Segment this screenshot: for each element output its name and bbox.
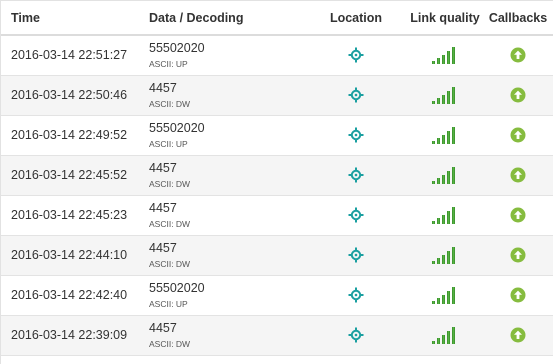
link-quality-cell <box>407 75 483 115</box>
location-cell <box>305 75 407 115</box>
table-row: 2016-03-14 22:49:52 55502020 ASCII: UP <box>1 115 553 155</box>
message-decoding: ASCII: DW <box>149 178 191 189</box>
table-row: 2016-03-14 22:44:10 4457 ASCII: DW <box>1 235 553 275</box>
location-cell <box>305 275 407 315</box>
callbacks-cell <box>483 155 553 195</box>
arrow-up-circle-icon[interactable] <box>510 47 526 63</box>
message-decoding: ASCII: UP <box>149 58 188 69</box>
message-payload: 4457 <box>149 80 177 95</box>
message-payload: 55502020 <box>149 280 205 295</box>
link-quality-cell <box>407 35 483 75</box>
arrow-up-circle-icon[interactable] <box>510 167 526 183</box>
arrow-up-circle-icon[interactable] <box>510 127 526 143</box>
location-cell <box>305 35 407 75</box>
message-time: 2016-03-14 22:51:27 <box>11 48 128 63</box>
arrow-up-circle-icon[interactable] <box>510 327 526 343</box>
signal-bars-icon <box>431 285 459 305</box>
message-payload: 55502020 <box>149 120 205 135</box>
table-header-row: Time Data / Decoding Location Link quali… <box>1 1 553 36</box>
table-row: 2016-03-14 22:45:23 4457 ASCII: DW <box>1 195 553 235</box>
header-link-quality: Link quality <box>407 1 483 36</box>
message-data-cell: 4457 ASCII: DW <box>145 315 305 355</box>
signal-bars-icon <box>431 205 459 225</box>
arrow-up-circle-icon[interactable] <box>510 207 526 223</box>
crosshair-icon[interactable] <box>348 127 364 143</box>
crosshair-icon[interactable] <box>348 247 364 263</box>
signal-bars-icon <box>431 45 459 65</box>
message-decoding: ASCII: UP <box>149 298 188 309</box>
message-data-cell: 4457 ASCII: DW <box>145 195 305 235</box>
message-payload: 55502020 <box>149 40 205 55</box>
link-quality-cell <box>407 315 483 355</box>
message-data-cell: 4457 ASCII: DW <box>145 75 305 115</box>
crosshair-icon[interactable] <box>348 47 364 63</box>
signal-bars-icon <box>431 245 459 265</box>
message-data-cell: 4457 ASCII: DW <box>145 155 305 195</box>
message-decoding: ASCII: DW <box>149 258 191 269</box>
location-cell <box>305 115 407 155</box>
message-payload: 4457 <box>149 320 177 335</box>
message-time: 2016-03-14 22:44:10 <box>11 248 128 262</box>
table-row: 2016-03-14 22:45:52 4457 ASCII: DW <box>1 155 553 195</box>
message-decoding: ASCII: DW <box>149 338 191 349</box>
location-cell <box>305 315 407 355</box>
message-data-cell: 55502020 ASCII: UP <box>145 275 305 315</box>
callbacks-cell <box>483 235 553 275</box>
message-payload: 4457 <box>149 200 177 215</box>
crosshair-icon[interactable] <box>348 87 364 103</box>
location-cell <box>305 235 407 275</box>
header-location: Location <box>305 1 407 36</box>
signal-bars-icon <box>431 125 459 145</box>
callbacks-cell <box>483 315 553 355</box>
message-time: 2016-03-14 22:50:46 <box>11 88 128 102</box>
callbacks-cell <box>483 75 553 115</box>
crosshair-icon[interactable] <box>348 287 364 303</box>
link-quality-cell <box>407 115 483 155</box>
message-time: 2016-03-14 22:42:40 <box>11 288 128 302</box>
message-data-cell: 55502020 ASCII: UP <box>145 115 305 155</box>
message-time: 2016-03-14 22:39:09 <box>11 328 128 342</box>
arrow-up-circle-icon[interactable] <box>510 247 526 263</box>
message-decoding: ASCII: DW <box>149 218 191 229</box>
header-time: Time <box>1 1 145 36</box>
location-cell <box>305 155 407 195</box>
callbacks-cell <box>483 275 553 315</box>
table-row: 2016-03-14 22:42:40 55502020 ASCII: UP <box>1 275 553 315</box>
message-time: 2016-03-14 22:45:52 <box>11 168 128 182</box>
callbacks-cell <box>483 195 553 235</box>
message-data-cell: 55502020 ASCII: UP <box>145 35 305 75</box>
message-time: 2016-03-14 22:49:52 <box>11 128 128 142</box>
arrow-up-circle-icon[interactable] <box>510 87 526 103</box>
link-quality-cell <box>407 235 483 275</box>
link-quality-cell <box>407 275 483 315</box>
crosshair-icon[interactable] <box>348 327 364 343</box>
signal-bars-icon <box>431 325 459 345</box>
table-body: 2016-03-14 22:51:27 55502020 ASCII: UP 2… <box>1 35 553 355</box>
table-row: 2016-03-14 22:39:09 4457 ASCII: DW <box>1 315 553 355</box>
crosshair-icon[interactable] <box>348 167 364 183</box>
message-decoding: ASCII: DW <box>149 98 191 109</box>
message-decoding: ASCII: UP <box>149 138 188 149</box>
messages-table: Time Data / Decoding Location Link quali… <box>1 1 553 356</box>
signal-bars-icon <box>431 85 459 105</box>
crosshair-icon[interactable] <box>348 207 364 223</box>
table-row: 2016-03-14 22:50:46 4457 ASCII: DW <box>1 75 553 115</box>
arrow-up-circle-icon[interactable] <box>510 287 526 303</box>
callbacks-cell <box>483 35 553 75</box>
message-data-cell: 4457 ASCII: DW <box>145 235 305 275</box>
header-callbacks: Callbacks <box>483 1 553 36</box>
callbacks-cell <box>483 115 553 155</box>
message-payload: 4457 <box>149 240 177 255</box>
header-data-decoding: Data / Decoding <box>145 1 305 36</box>
link-quality-cell <box>407 195 483 235</box>
signal-bars-icon <box>431 165 459 185</box>
location-cell <box>305 195 407 235</box>
messages-table-container: Time Data / Decoding Location Link quali… <box>0 0 553 364</box>
link-quality-cell <box>407 155 483 195</box>
message-payload: 4457 <box>149 160 177 175</box>
message-time: 2016-03-14 22:45:23 <box>11 208 128 222</box>
table-row: 2016-03-14 22:51:27 55502020 ASCII: UP <box>1 35 553 75</box>
